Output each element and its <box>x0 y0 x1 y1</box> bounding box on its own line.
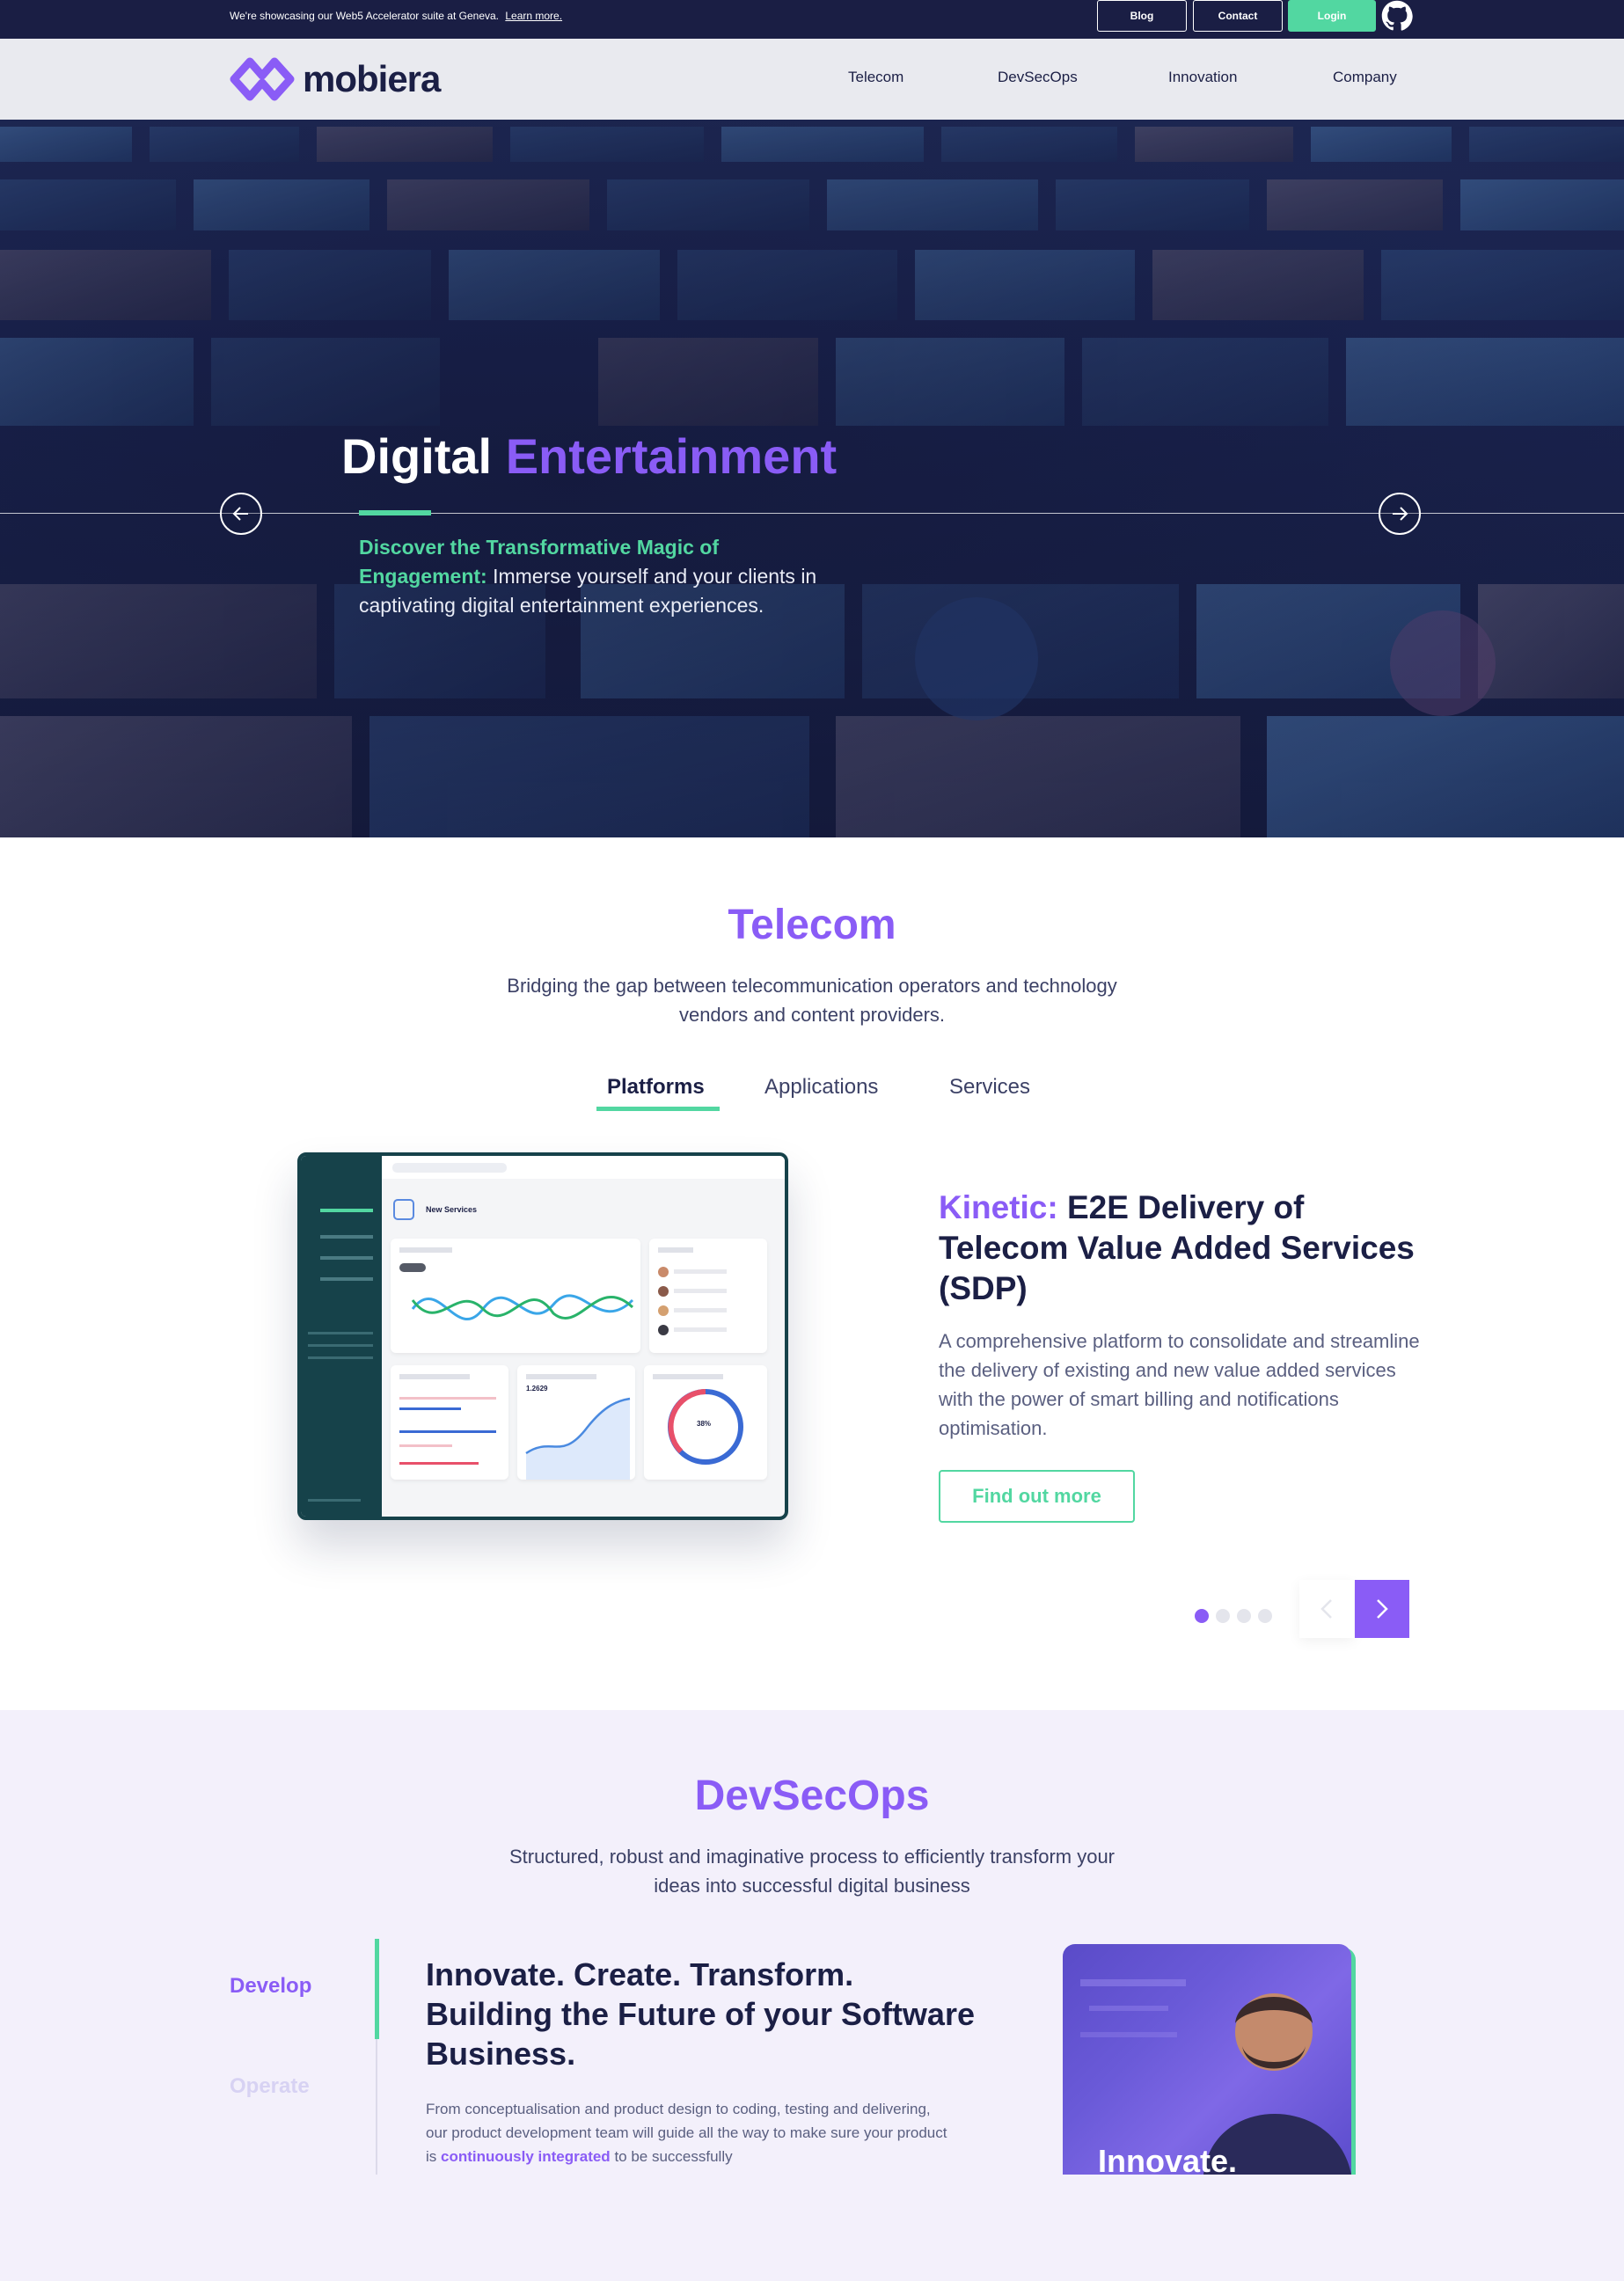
chevron-right-icon <box>1377 1599 1388 1619</box>
devsecops-subtitle: Structured, robust and imaginative proce… <box>508 1846 1116 1897</box>
arrow-left-icon <box>232 507 248 521</box>
telecom-title: Telecom <box>728 902 896 948</box>
tab-applications[interactable]: Applications <box>764 1075 878 1100</box>
mobiera-logo[interactable]: mobiera <box>229 56 441 102</box>
devsecops-headline: Innovate. Create. Transform. Building th… <box>426 1956 975 2072</box>
hero-prev-arrow[interactable] <box>220 493 262 535</box>
mockup-sidebar <box>301 1156 382 1517</box>
mockup-title: New Services <box>426 1205 478 1214</box>
announcement-message: We're showcasing our Web5 Accelerator su… <box>230 10 563 22</box>
arrow-right-icon <box>1393 507 1408 521</box>
learn-more-link[interactable]: Learn more. <box>505 10 562 22</box>
devsecops-image: Innovate. <box>1063 1944 1351 2175</box>
nav-innovation[interactable]: Innovation <box>1168 69 1237 86</box>
tab-platforms[interactable]: Platforms <box>607 1075 705 1100</box>
mockup-bars-card <box>391 1365 508 1480</box>
carousel-prev-button[interactable] <box>1299 1580 1354 1638</box>
telecom-section: Telecom Bridging the gap between telecom… <box>0 837 1624 1710</box>
chevron-left-icon <box>1320 1599 1332 1619</box>
blog-button[interactable]: Blog <box>1097 0 1187 32</box>
mockup-users-card <box>649 1239 767 1353</box>
brand-name: mobiera <box>303 58 441 99</box>
carousel-dot-2[interactable] <box>1216 1609 1230 1623</box>
github-icon[interactable] <box>1381 0 1413 32</box>
tab-develop[interactable]: Develop <box>230 1974 311 1999</box>
product-headline: Kinetic: E2E Delivery of Telecom Value A… <box>939 1189 1415 1306</box>
product-description: A comprehensive platform to consolidate … <box>939 1330 1420 1439</box>
find-out-more-button[interactable]: Find out more <box>939 1470 1135 1523</box>
hero-description: Discover the Transformative Magic of Eng… <box>359 536 817 617</box>
active-tab-indicator <box>596 1107 720 1111</box>
hero-accent-bar <box>359 510 431 515</box>
announcement-bar: We're showcasing our Web5 Accelerator su… <box>0 0 1624 39</box>
carousel-dot-3[interactable] <box>1237 1609 1251 1623</box>
image-caption: Innovate. <box>1098 2143 1238 2175</box>
nav-devsecops[interactable]: DevSecOps <box>998 69 1078 86</box>
platform-dashboard-mockup: New Services 1.2629 38% <box>297 1152 788 1520</box>
tab-services[interactable]: Services <box>949 1075 1030 1100</box>
devsecops-title: DevSecOps <box>694 1773 930 1819</box>
nav-company[interactable]: Company <box>1333 69 1397 86</box>
mobiera-logo-icon <box>230 57 295 101</box>
mockup-area-card: 1.2629 <box>517 1365 635 1480</box>
main-navigation: mobiera Telecom DevSecOps Innovation Com… <box>0 39 1624 120</box>
carousel-dot-1[interactable] <box>1195 1609 1209 1623</box>
tab-operate[interactable]: Operate <box>230 2074 310 2099</box>
telecom-subtitle: Bridging the gap between telecommunicati… <box>507 975 1117 1026</box>
login-button[interactable]: Login <box>1288 0 1376 32</box>
hero-section: mobiera Telecom DevSecOps Innovation Com… <box>0 39 1624 837</box>
devsecops-section: DevSecOps Structured, robust and imagina… <box>0 1710 1624 2281</box>
mockup-donut-card: 38% <box>644 1365 767 1480</box>
carousel-next-button[interactable] <box>1355 1580 1409 1638</box>
nav-telecom[interactable]: Telecom <box>848 69 903 86</box>
devsecops-description: From conceptualisation and product desig… <box>426 2101 947 2165</box>
hero-next-arrow[interactable] <box>1379 493 1421 535</box>
hero-title: Digital Entertainment <box>341 428 838 484</box>
carousel-dot-4[interactable] <box>1258 1609 1272 1623</box>
contact-button[interactable]: Contact <box>1193 0 1283 32</box>
active-tab-indicator <box>375 1939 379 2039</box>
mockup-chart-card <box>391 1239 640 1353</box>
